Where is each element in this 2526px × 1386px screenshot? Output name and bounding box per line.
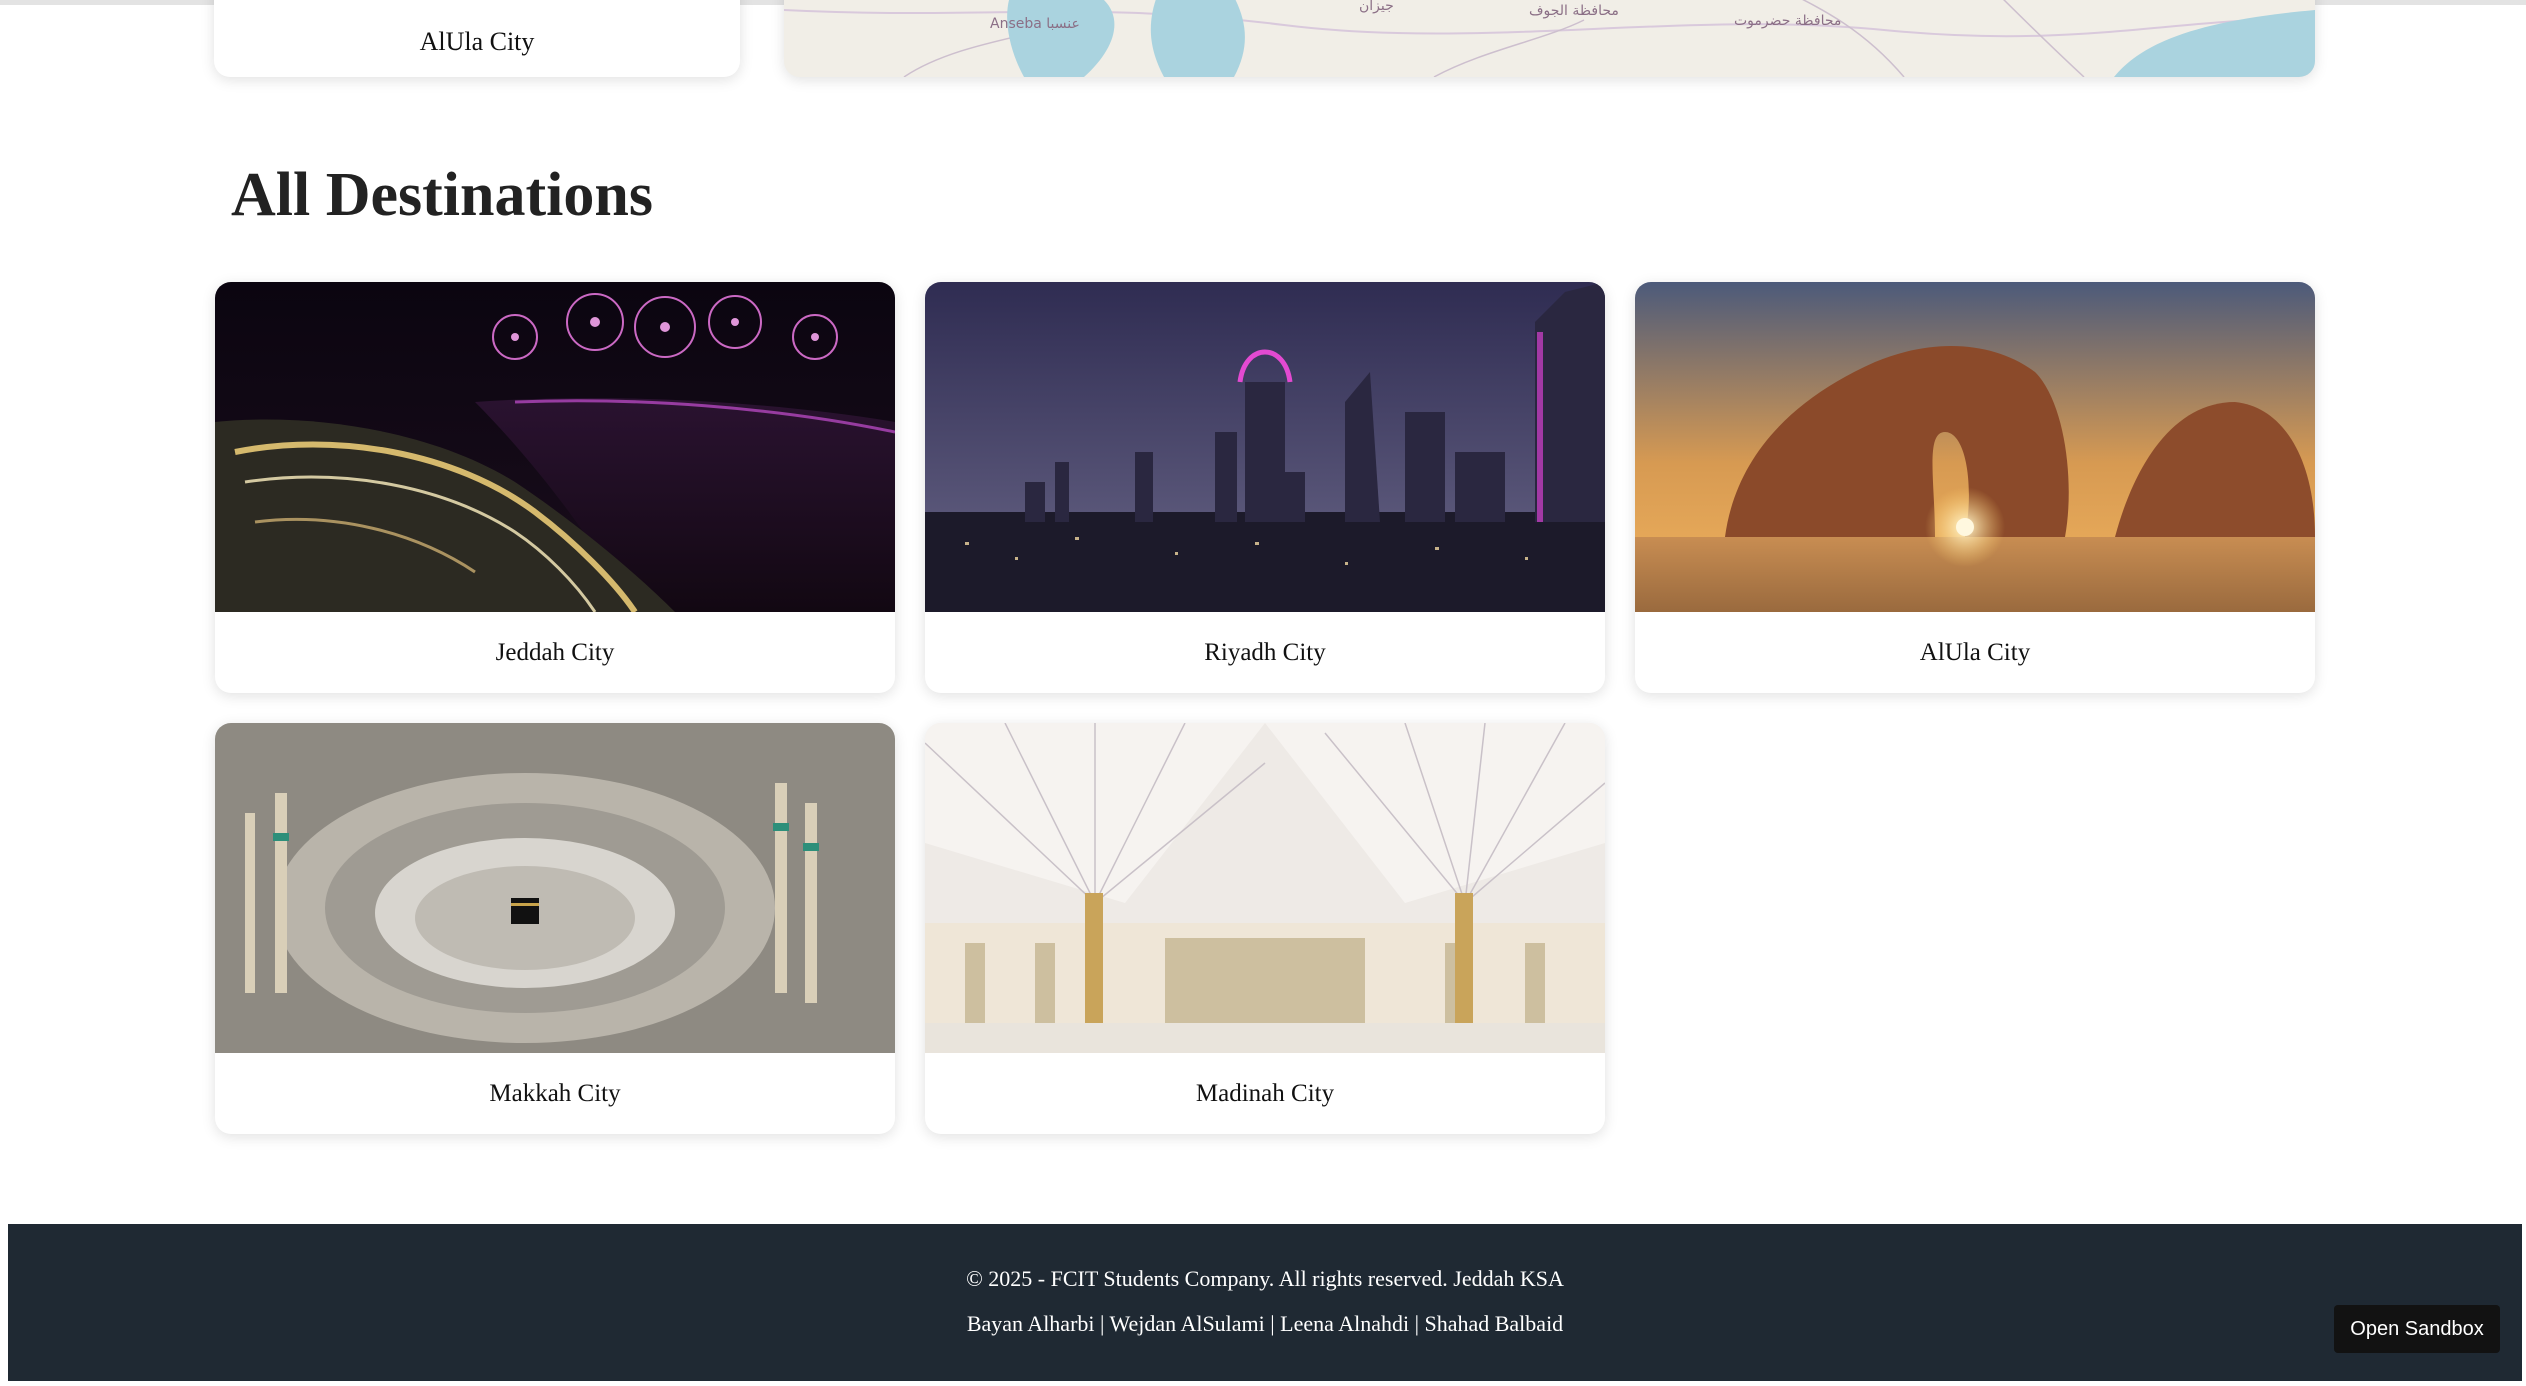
map-label-3: Anseba عنسبا [990,16,1080,32]
destination-card-madinah[interactable]: Madinah City [925,723,1605,1134]
section-title: All Destinations [231,161,653,229]
card-label: Madinah City [1195,1079,1335,1107]
card-label: AlUla City [1919,638,2031,666]
open-sandbox-button[interactable]: Open Sandbox [2334,1305,2500,1353]
map-label-4: جيزان [1359,0,1394,14]
map-tiles: محافظة الجوف محافظة حضرموت Anseba عنسبا … [784,0,2315,77]
footer-copyright: © 2025 - FCIT Students Company. All righ… [966,1266,1564,1291]
destination-card-makkah[interactable]: Makkah City [215,723,895,1134]
alula-image [1635,282,2315,612]
jeddah-image [215,282,895,612]
map-label-1: محافظة الجوف [1529,3,1619,19]
madinah-image [925,723,1605,1053]
destination-card-alula[interactable]: AlUla City [1635,282,2315,693]
makkah-image [215,723,895,1053]
card-label: Riyadh City [1204,638,1326,666]
destination-card-alula-partial[interactable]: AlUla City [214,0,740,77]
footer-authors: Bayan Alharbi | Wejdan AlSulami | Leena … [966,1311,1564,1336]
card-label: Makkah City [489,1079,621,1107]
destination-card-jeddah[interactable]: Jeddah City [215,282,895,693]
card-label: AlUla City [419,27,535,56]
card-label: Jeddah City [495,638,615,666]
destination-card-riyadh[interactable]: Riyadh City [925,282,1605,693]
map-label-2: محافظة حضرموت [1734,13,1841,29]
riyadh-image [925,282,1605,612]
site-footer: © 2025 - FCIT Students Company. All righ… [8,1224,2522,1381]
map-embed[interactable]: محافظة الجوف محافظة حضرموت Anseba عنسبا … [784,0,2315,77]
